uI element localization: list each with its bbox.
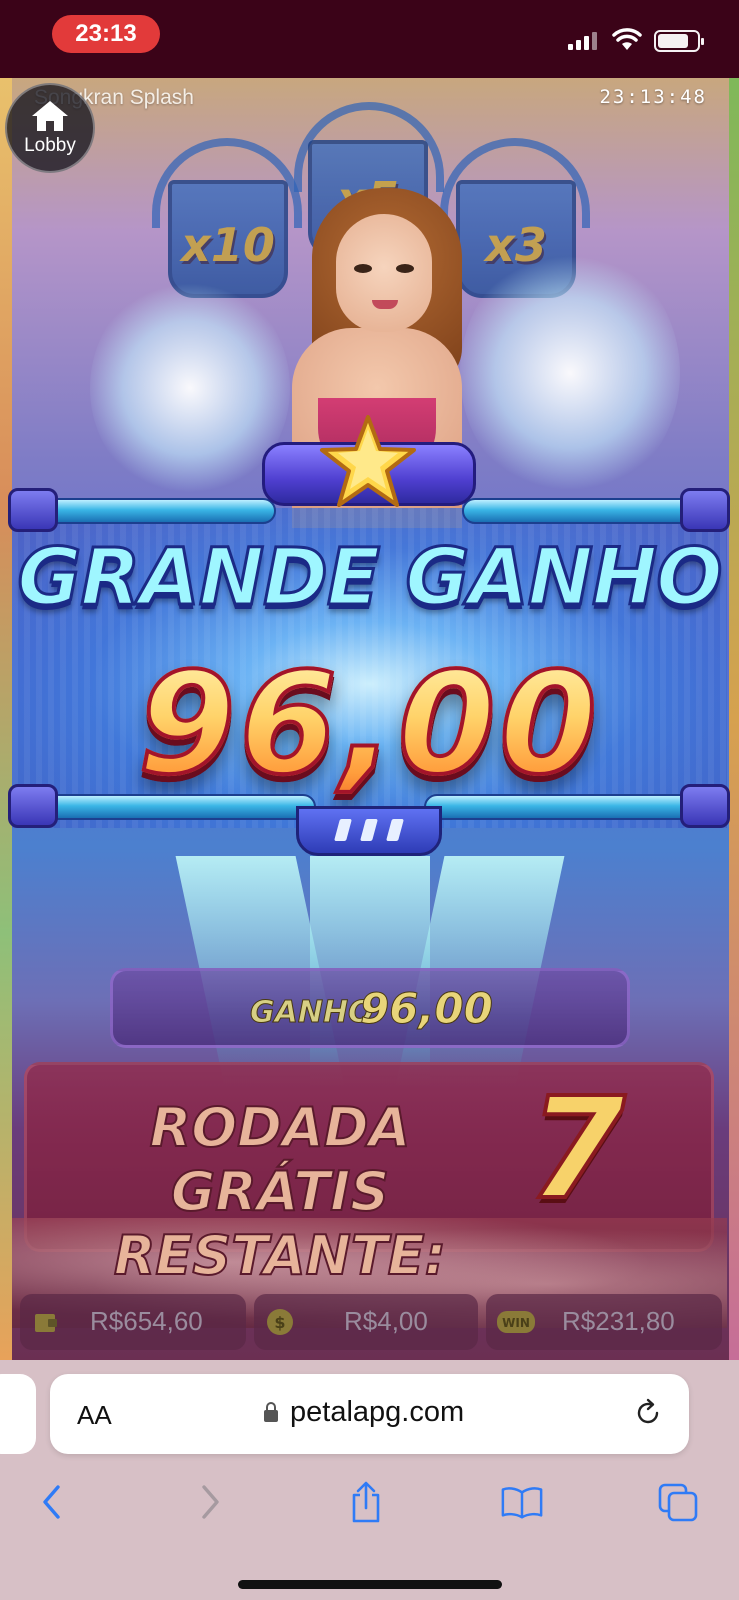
share-button[interactable] bbox=[344, 1480, 388, 1524]
balance-cell: R$654,60 bbox=[20, 1294, 246, 1350]
browser-toolbar bbox=[0, 1470, 739, 1540]
pipe-cap-bottom-left bbox=[8, 784, 58, 828]
banner-bottom-clip bbox=[296, 806, 442, 856]
water-splash-left bbox=[90, 278, 290, 498]
phone-screen: 23:13 x10 x5 x3 bbox=[0, 0, 739, 1600]
free-spins-label-line2: RESTANTE: bbox=[113, 1223, 447, 1288]
pipe-cap-top-right bbox=[680, 488, 730, 532]
win-badge-text: WIN bbox=[502, 1316, 530, 1330]
free-spins-label-line1: RODADA GRÁTIS bbox=[149, 1095, 412, 1224]
lobby-label: Lobby bbox=[24, 135, 76, 156]
browser-chrome: AA petalapg.com bbox=[0, 1360, 739, 1600]
star-icon bbox=[320, 415, 416, 507]
game-canvas[interactable]: x10 x5 x3 GRANDE GANHO bbox=[0, 78, 739, 1360]
address-bar[interactable]: AA petalapg.com bbox=[50, 1374, 689, 1454]
spin-win-value: 96,00 bbox=[360, 984, 494, 1034]
character-face bbox=[336, 214, 432, 332]
tabs-button[interactable] bbox=[656, 1480, 700, 1524]
share-icon bbox=[352, 1481, 380, 1523]
bookmarks-button[interactable] bbox=[500, 1480, 544, 1524]
bet-cell[interactable]: $ R$4,00 bbox=[254, 1294, 478, 1350]
balance-value: R$654,60 bbox=[90, 1306, 203, 1336]
lobby-button[interactable]: Lobby bbox=[5, 83, 95, 173]
status-bar: 23:13 bbox=[0, 0, 739, 78]
coin-stack-icon: $ bbox=[267, 1309, 293, 1335]
big-win-title: GRANDE GANHO bbox=[16, 532, 724, 625]
water-gun-pipe-bottom-right bbox=[424, 794, 722, 820]
pipe-cap-bottom-right bbox=[680, 784, 730, 828]
free-spins-label: RODADA GRÁTIS RESTANTE: bbox=[60, 1095, 500, 1288]
wifi-icon bbox=[612, 28, 642, 50]
svg-text:$: $ bbox=[274, 1313, 285, 1332]
forward-button[interactable] bbox=[188, 1480, 232, 1524]
status-time: 23:13 bbox=[52, 15, 160, 53]
battery-icon bbox=[654, 30, 704, 52]
big-win-amount: 96,00 bbox=[0, 641, 739, 808]
back-button[interactable] bbox=[30, 1480, 74, 1524]
pipe-cap-top-left bbox=[8, 488, 58, 532]
back-icon bbox=[43, 1485, 60, 1519]
character-eye-left bbox=[354, 264, 372, 273]
spin-win-label: GANHO bbox=[250, 995, 375, 1031]
url-text: petalapg.com bbox=[290, 1396, 465, 1428]
tabs-icon bbox=[658, 1483, 698, 1522]
home-indicator[interactable] bbox=[238, 1580, 502, 1589]
total-win-value: R$231,80 bbox=[562, 1306, 675, 1336]
win-badge-icon: WIN bbox=[497, 1311, 535, 1333]
balance-bar: R$654,60 $ R$4,00 WIN R$231,80 bbox=[12, 1294, 727, 1358]
home-icon bbox=[32, 101, 68, 131]
forward-icon bbox=[202, 1485, 219, 1519]
game-clock: 23:13:48 bbox=[599, 86, 707, 108]
signal-icon bbox=[568, 32, 598, 50]
wallet-icon bbox=[35, 1314, 57, 1332]
multiplier-label: x10 bbox=[181, 218, 275, 272]
water-gun-pipe-bottom-left bbox=[16, 794, 316, 820]
free-spins-remaining: 7 bbox=[526, 1066, 627, 1233]
previous-tab-preview[interactable] bbox=[0, 1374, 36, 1454]
total-win-cell: WIN R$231,80 bbox=[486, 1294, 722, 1350]
bookmarks-icon bbox=[501, 1487, 543, 1519]
character-eye-right bbox=[396, 264, 414, 273]
reload-icon[interactable] bbox=[633, 1398, 663, 1428]
water-splash-right bbox=[460, 248, 680, 498]
text-size-button[interactable]: AA bbox=[77, 1400, 112, 1431]
lock-icon bbox=[264, 1402, 278, 1422]
bet-value: R$4,00 bbox=[344, 1306, 428, 1336]
